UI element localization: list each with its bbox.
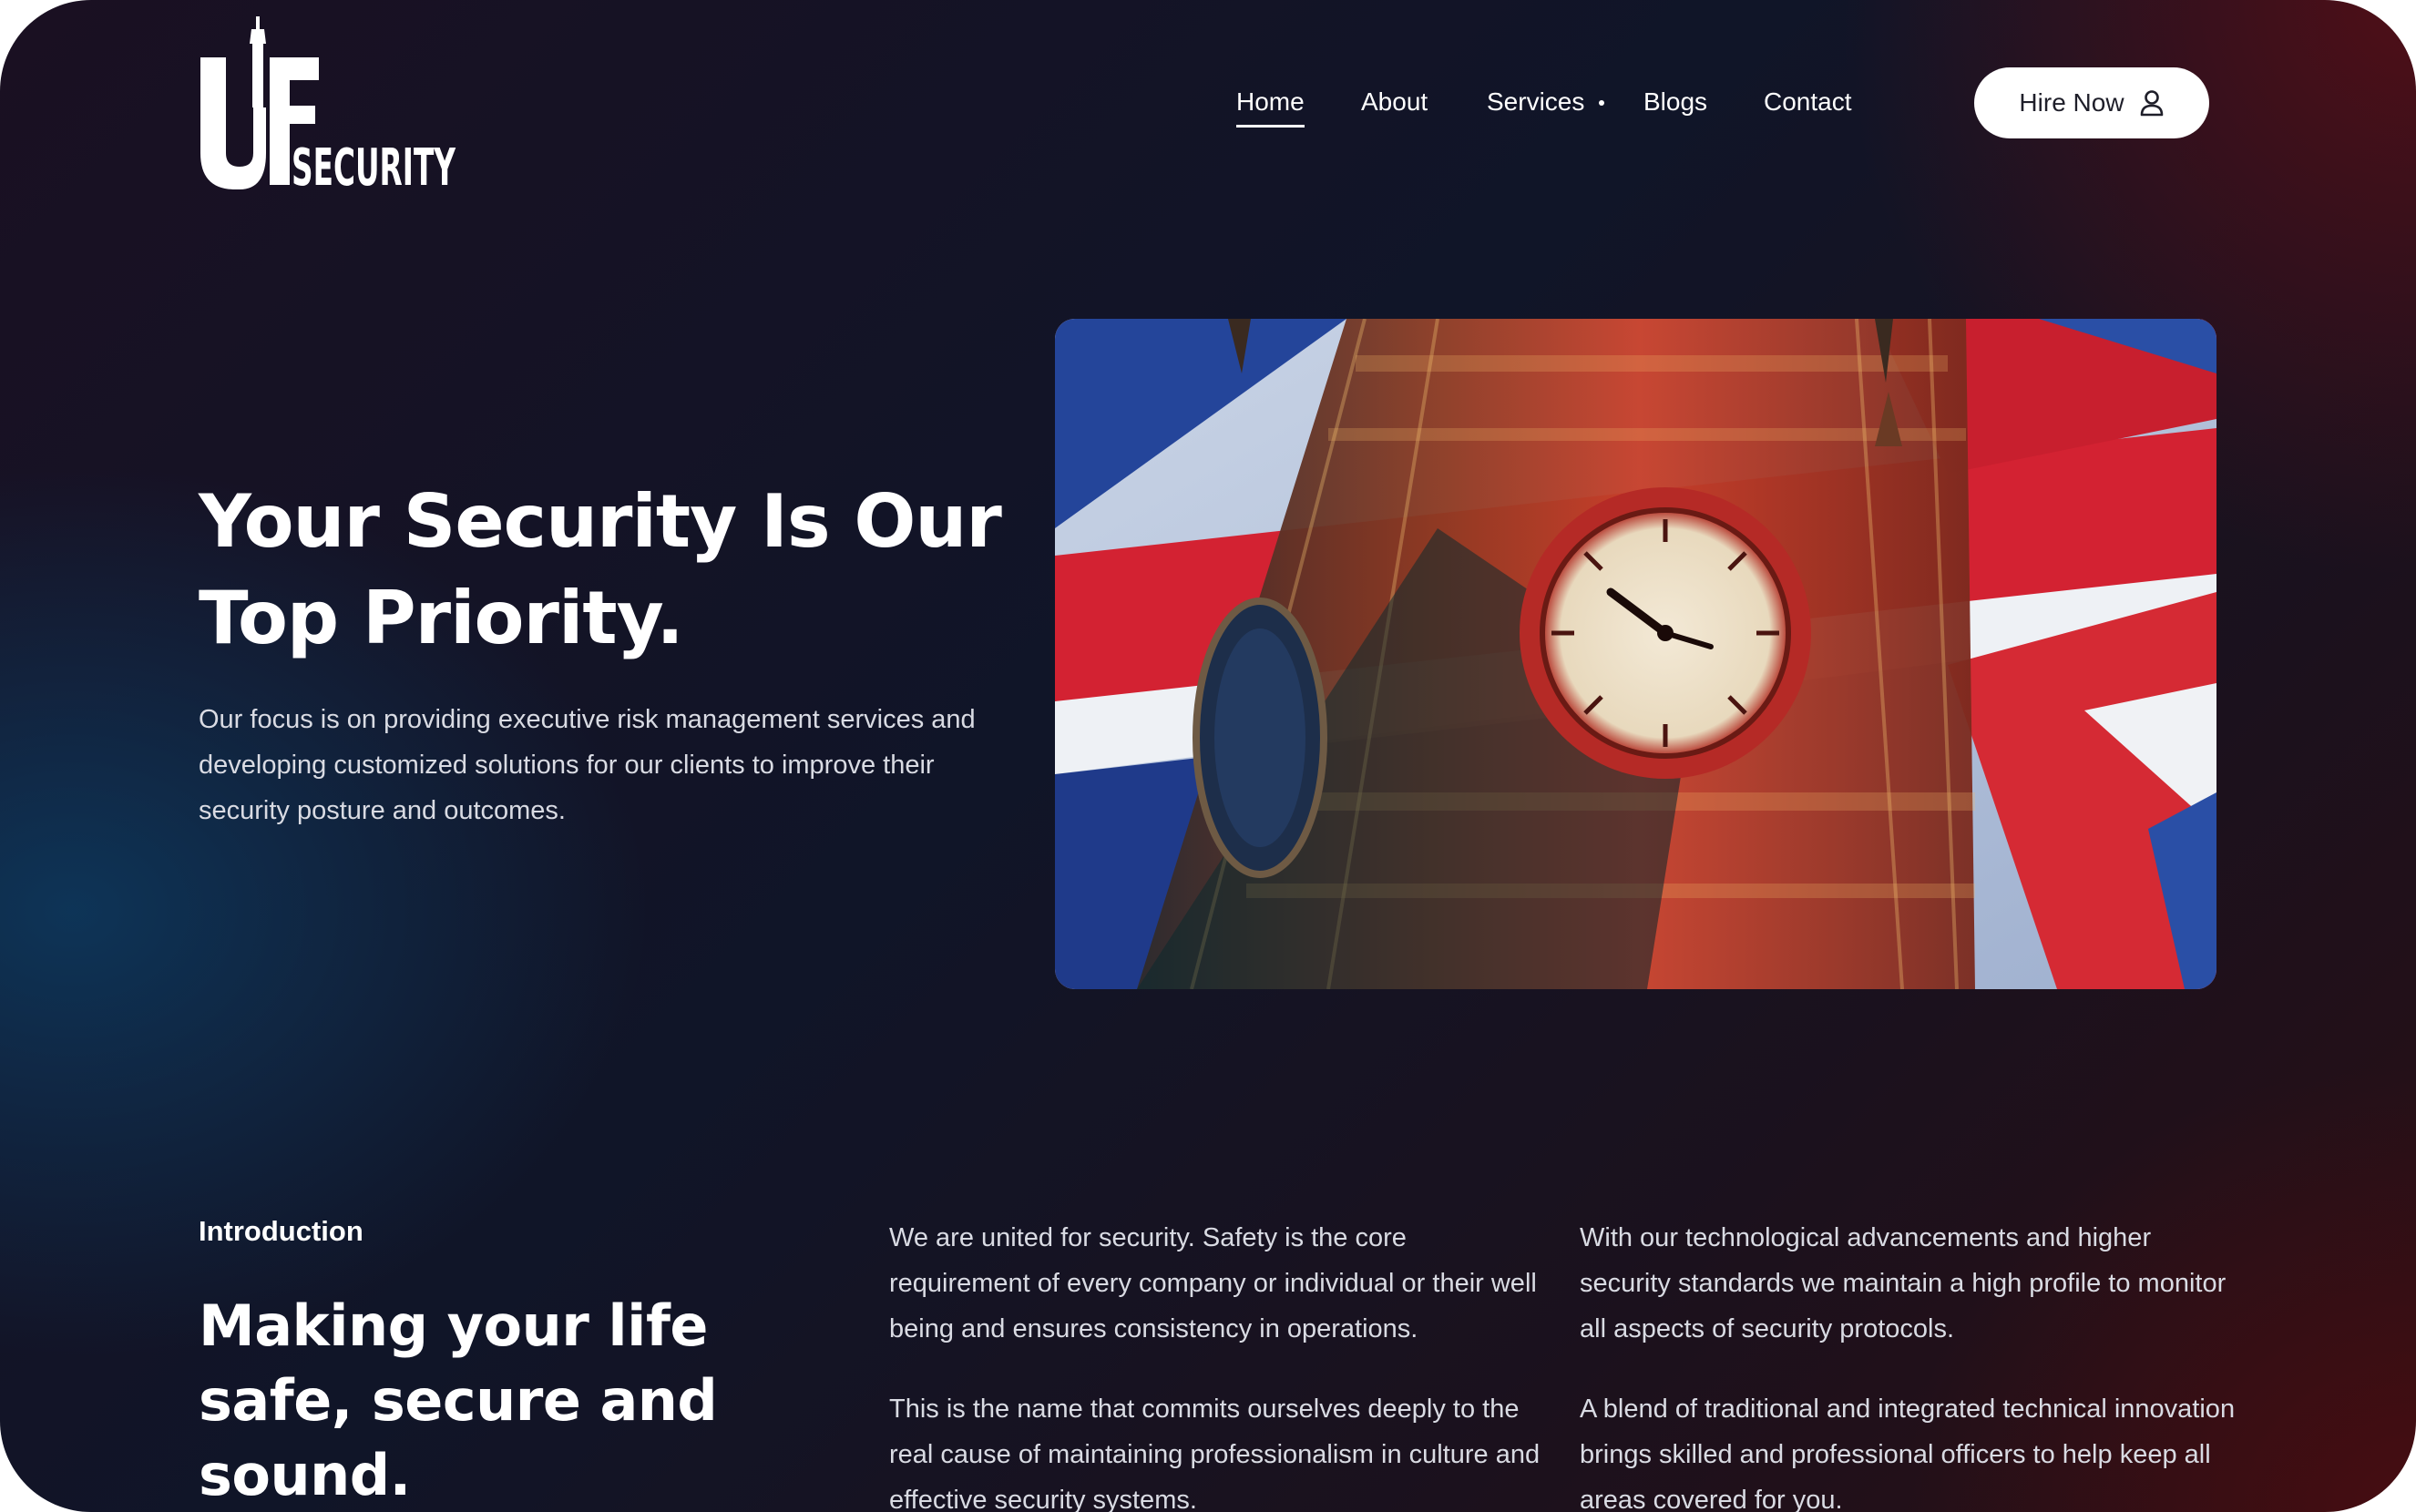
user-icon — [2140, 90, 2163, 117]
intro-paragraph: A blend of traditional and integrated te… — [1580, 1395, 2236, 1512]
nav-contact[interactable]: Contact — [1764, 84, 1852, 120]
intro-paragraph: We are united for security. Safety is th… — [889, 1223, 1537, 1343]
hire-now-button[interactable]: Hire Now — [1974, 67, 2209, 138]
hero-title: Your Security Is Our Top Priority. — [199, 479, 1002, 660]
hire-now-label: Hire Now — [2019, 88, 2124, 117]
hero-description: Our focus is on providing executive risk… — [199, 705, 976, 825]
logo-wordmark: SECURITY — [292, 138, 456, 189]
nav-services[interactable]: Services — [1487, 84, 1584, 120]
page-frame: SECURITY Home About Services Blogs Conta… — [0, 0, 2416, 1512]
nav-blogs[interactable]: Blogs — [1643, 84, 1707, 120]
intro-column-1: We are united for security. Safety is th… — [889, 1215, 1545, 1512]
ufsecurity-logo[interactable]: SECURITY — [199, 16, 458, 189]
intro-column-2: With our technological advancements and … — [1580, 1215, 2236, 1512]
intro-title: Making your life safe, secure and sound. — [199, 1292, 718, 1508]
intro-label: Introduction — [199, 1215, 363, 1247]
intro-paragraph: This is the name that commits ourselves … — [889, 1395, 1541, 1512]
nav-home[interactable]: Home — [1236, 84, 1305, 128]
intro-paragraph: With our technological advancements and … — [1580, 1223, 2227, 1343]
services-dropdown-icon[interactable] — [1599, 100, 1604, 106]
big-ben-flag-image — [1055, 319, 2216, 989]
nav-about[interactable]: About — [1361, 84, 1428, 120]
